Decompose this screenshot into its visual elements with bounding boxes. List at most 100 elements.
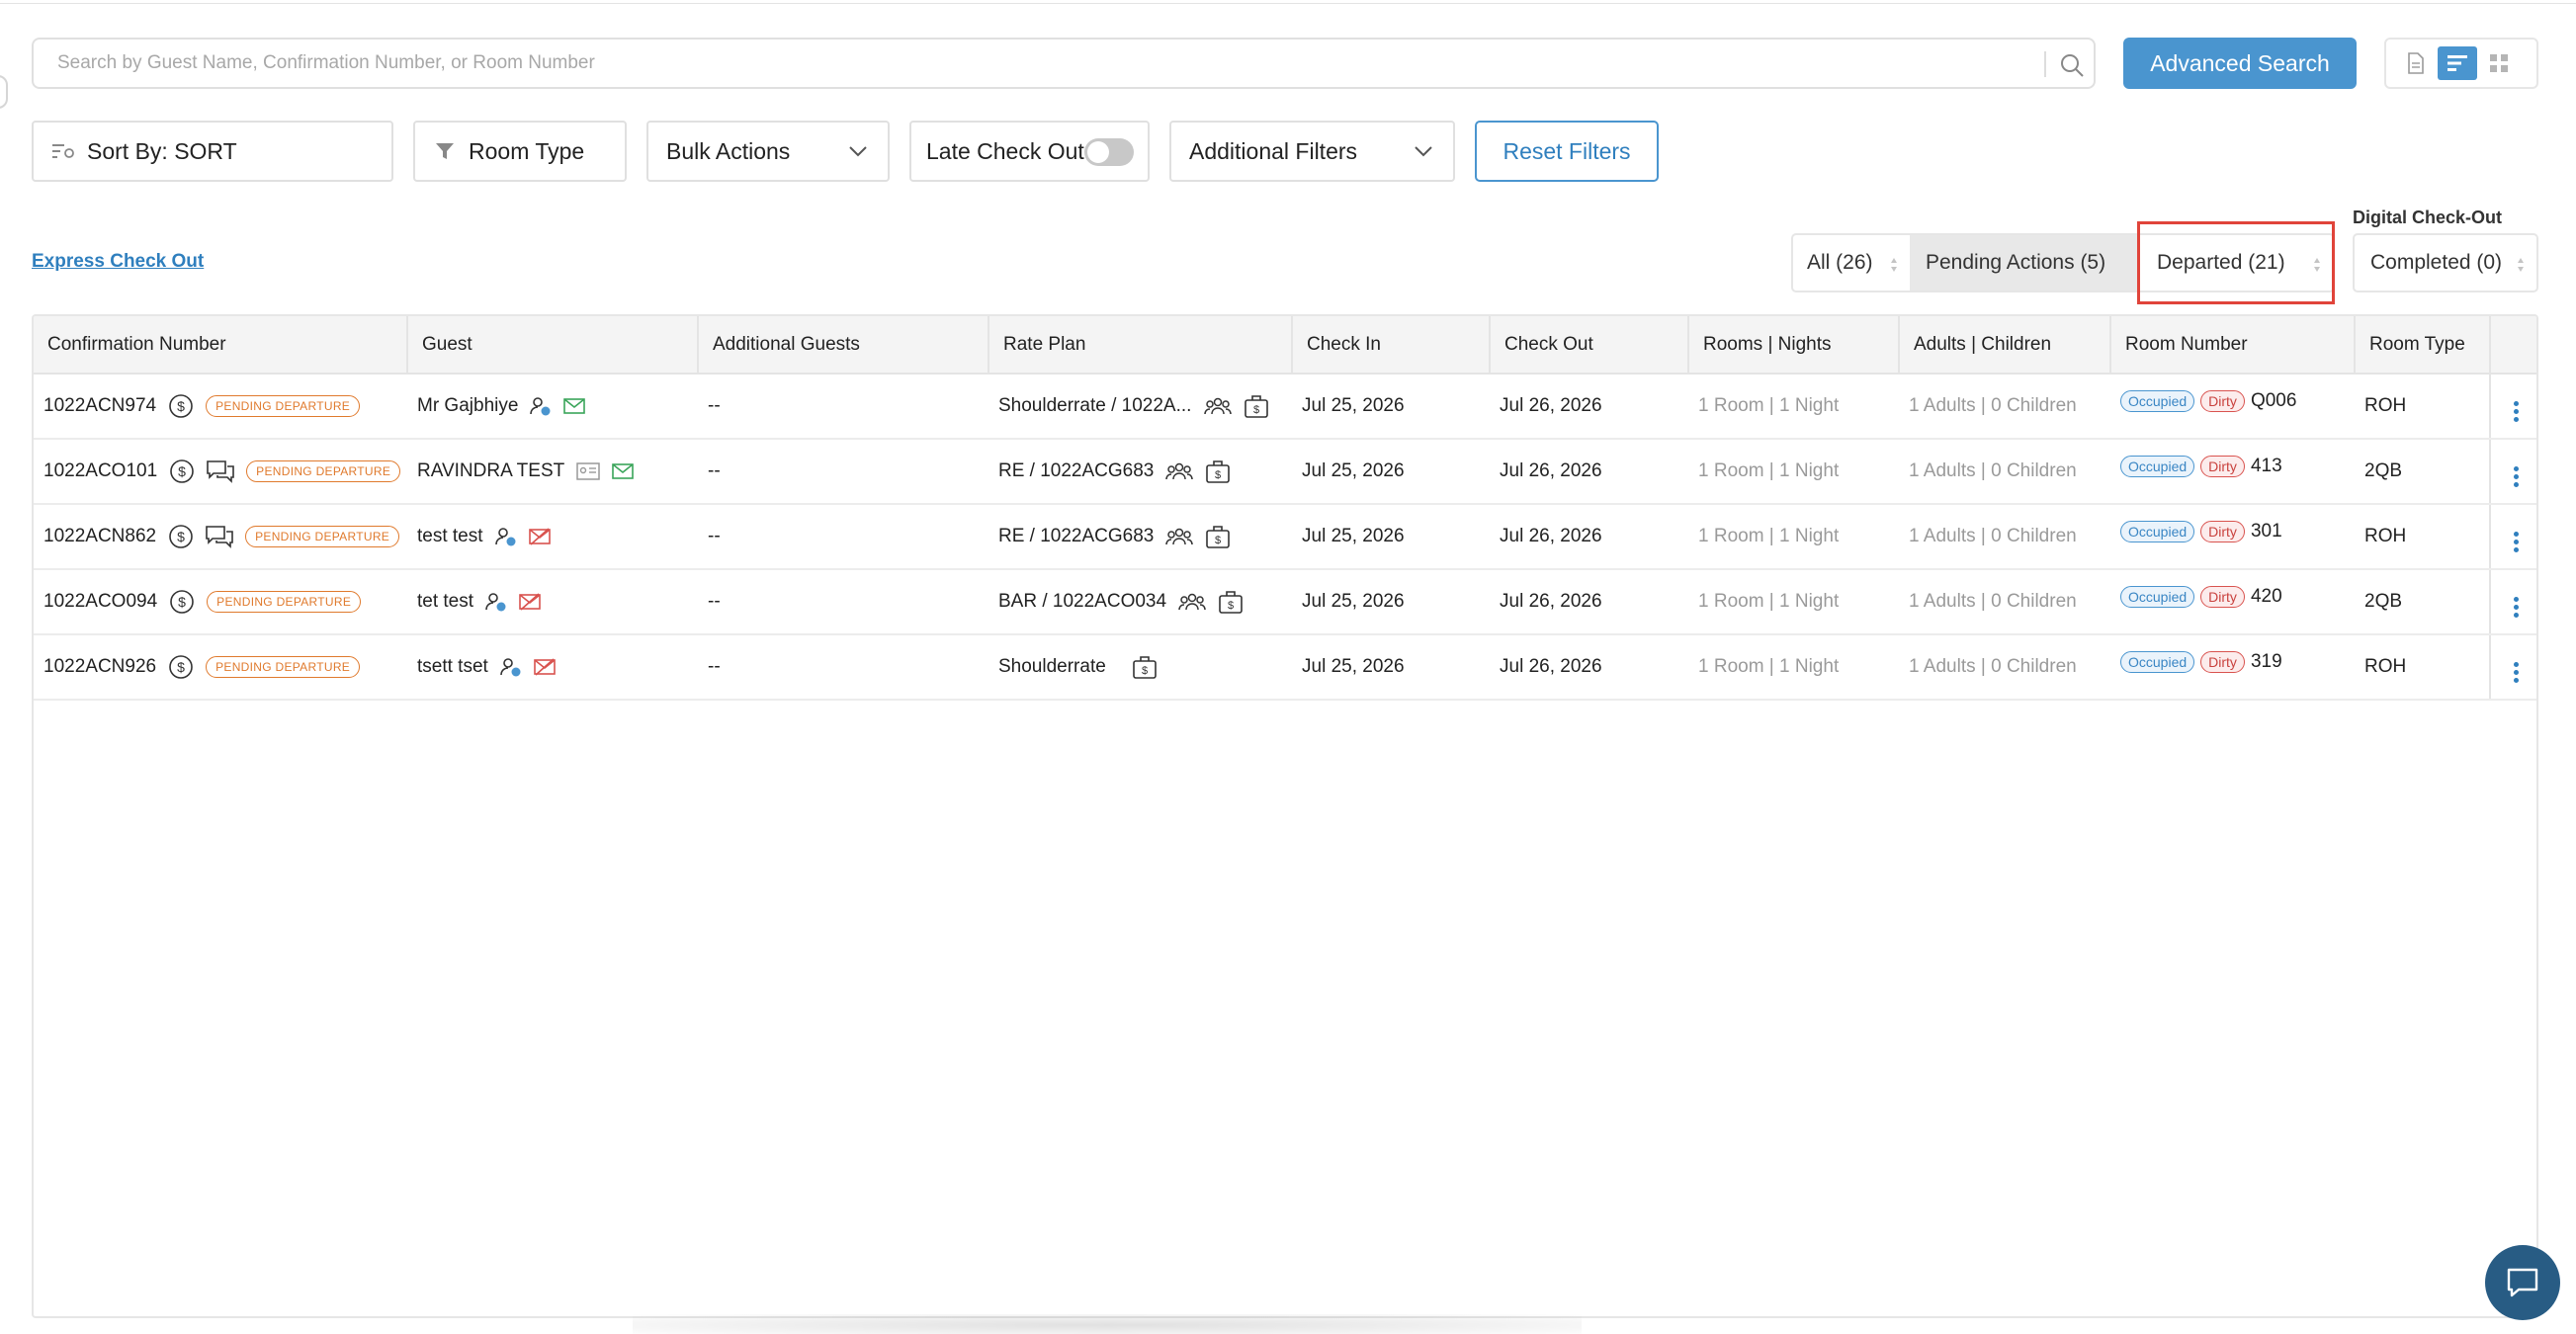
verified-user-icon[interactable] xyxy=(485,592,507,612)
tab-all[interactable]: All (26) xyxy=(1793,235,1910,291)
late-checkout-filter: Late Check Out xyxy=(909,121,1150,182)
reset-filters-button[interactable]: Reset Filters xyxy=(1475,121,1659,182)
rate-bag-icon[interactable]: $ xyxy=(1244,393,1269,419)
dollar-circle-icon[interactable]: $ xyxy=(168,393,194,419)
more-options-icon[interactable] xyxy=(2513,597,2519,618)
adults-children: 1 Adults | 0 Children xyxy=(1899,569,2110,635)
guest-name[interactable]: tsett tset xyxy=(417,656,488,678)
additional-guests: -- xyxy=(698,569,988,635)
sort-dropdown[interactable]: Sort By: SORT xyxy=(32,121,393,182)
chat-button[interactable] xyxy=(2485,1245,2560,1320)
col-rate-plan[interactable]: Rate Plan xyxy=(988,316,1293,375)
search-icon[interactable] xyxy=(2058,51,2086,79)
dollar-circle-icon[interactable]: $ xyxy=(169,589,195,615)
room-type: 2QB xyxy=(2355,569,2490,635)
col-check-out[interactable]: Check Out xyxy=(1490,316,1689,375)
room-type-filter[interactable]: Room Type xyxy=(413,121,627,182)
col-rooms-nights[interactable]: Rooms | Nights xyxy=(1688,316,1900,375)
group-icon[interactable] xyxy=(1178,592,1206,612)
tab-pending-actions[interactable]: Pending Actions (5) xyxy=(1910,235,2137,291)
dollar-circle-icon[interactable]: $ xyxy=(169,459,195,484)
table-row[interactable]: 1022ACN862 $ PENDING DEPARTURE test test… xyxy=(34,504,2536,570)
check-in-date: Jul 25, 2026 xyxy=(1292,504,1490,570)
grid-view-icon[interactable] xyxy=(2479,46,2519,80)
group-icon[interactable] xyxy=(1165,461,1194,481)
email-icon[interactable] xyxy=(612,463,635,479)
dollar-circle-icon[interactable]: $ xyxy=(168,654,194,680)
top-divider xyxy=(0,0,2576,4)
confirmation-number[interactable]: 1022ACN862 xyxy=(43,526,156,547)
chat-icon xyxy=(2506,1267,2539,1298)
email-icon[interactable] xyxy=(563,398,586,414)
col-guest[interactable]: Guest xyxy=(407,316,699,375)
table-row[interactable]: 1022ACN974 $ PENDING DEPARTURE Mr Gajbhi… xyxy=(34,374,2536,440)
verified-user-icon[interactable] xyxy=(500,657,522,677)
guest-name[interactable]: tet test xyxy=(417,591,473,613)
rooms-nights: 1 Room | 1 Night xyxy=(1688,439,1899,505)
guest-name[interactable]: test test xyxy=(417,526,483,547)
rate-plan: Shoulderrate xyxy=(998,656,1106,677)
adults-children: 1 Adults | 0 Children xyxy=(1899,439,2110,505)
verified-user-icon[interactable] xyxy=(494,527,517,546)
table-row[interactable]: 1022ACO101 $ PENDING DEPARTURE RAVINDRA … xyxy=(34,439,2536,505)
bulk-actions-label: Bulk Actions xyxy=(666,137,791,164)
more-options-icon[interactable] xyxy=(2513,662,2519,683)
col-adults-children[interactable]: Adults | Children xyxy=(1899,316,2111,375)
comments-icon[interactable] xyxy=(206,525,233,548)
additional-filters-dropdown[interactable]: Additional Filters xyxy=(1169,121,1455,182)
check-in-date: Jul 25, 2026 xyxy=(1292,439,1490,505)
col-check-in[interactable]: Check In xyxy=(1292,316,1491,375)
search-input[interactable] xyxy=(57,50,2015,76)
sort-arrows-icon xyxy=(1891,258,1897,272)
more-options-icon[interactable] xyxy=(2513,466,2519,487)
svg-text:$: $ xyxy=(177,659,185,675)
verified-user-icon[interactable] xyxy=(530,396,552,416)
svg-text:$: $ xyxy=(1142,665,1148,677)
status-badge: PENDING DEPARTURE xyxy=(206,656,361,678)
rate-bag-icon[interactable]: $ xyxy=(1132,654,1158,680)
id-card-icon[interactable] xyxy=(576,462,600,480)
group-icon[interactable] xyxy=(1204,396,1232,416)
departures-table: Confirmation Number Guest Additional Gue… xyxy=(32,314,2538,1318)
col-additional-guests[interactable]: Additional Guests xyxy=(698,316,989,375)
table-row[interactable]: 1022ACN926 $ PENDING DEPARTURE tsett tse… xyxy=(34,634,2536,701)
email-disabled-icon[interactable] xyxy=(519,593,541,611)
dollar-circle-icon[interactable]: $ xyxy=(168,524,194,549)
dirty-badge: Dirty xyxy=(2200,651,2245,673)
rate-bag-icon[interactable]: $ xyxy=(1218,589,1244,615)
confirmation-number[interactable]: 1022ACN974 xyxy=(43,395,156,417)
check-out-date: Jul 26, 2026 xyxy=(1490,634,1688,701)
sidebar-collapse-handle[interactable] xyxy=(0,75,8,109)
guest-name[interactable]: Mr Gajbhiye xyxy=(417,395,518,417)
status-badge: PENDING DEPARTURE xyxy=(245,526,400,547)
svg-text:$: $ xyxy=(1253,404,1259,416)
list-view-icon[interactable] xyxy=(2438,46,2477,80)
document-view-icon[interactable] xyxy=(2396,46,2436,80)
rate-bag-icon[interactable]: $ xyxy=(1205,524,1231,549)
col-confirmation-number[interactable]: Confirmation Number xyxy=(34,316,408,375)
confirmation-number[interactable]: 1022ACN926 xyxy=(43,656,156,678)
confirmation-number[interactable]: 1022ACO101 xyxy=(43,460,157,482)
guest-name[interactable]: RAVINDRA TEST xyxy=(417,460,564,482)
col-room-type[interactable]: Room Type xyxy=(2355,316,2491,375)
group-icon[interactable] xyxy=(1165,527,1194,546)
tab-completed[interactable]: Completed (0) xyxy=(2353,233,2538,292)
email-disabled-icon[interactable] xyxy=(528,528,551,545)
dirty-badge: Dirty xyxy=(2200,521,2245,542)
rate-plan: RE / 1022ACG683 xyxy=(998,526,1155,546)
confirmation-number[interactable]: 1022ACO094 xyxy=(43,591,157,613)
email-disabled-icon[interactable] xyxy=(534,658,556,676)
more-options-icon[interactable] xyxy=(2513,401,2519,422)
late-checkout-toggle[interactable] xyxy=(1084,138,1134,166)
check-out-date: Jul 26, 2026 xyxy=(1490,374,1688,440)
advanced-search-button[interactable]: Advanced Search xyxy=(2123,38,2357,89)
rate-bag-icon[interactable]: $ xyxy=(1205,459,1231,484)
bulk-actions-dropdown[interactable]: Bulk Actions xyxy=(646,121,890,182)
more-options-icon[interactable] xyxy=(2513,532,2519,552)
rooms-nights: 1 Room | 1 Night xyxy=(1688,504,1899,570)
svg-text:$: $ xyxy=(177,529,185,544)
comments-icon[interactable] xyxy=(207,459,234,483)
col-room-number[interactable]: Room Number xyxy=(2110,316,2356,375)
table-row[interactable]: 1022ACO094 $ PENDING DEPARTURE tet test … xyxy=(34,569,2536,635)
express-checkout-link[interactable]: Express Check Out xyxy=(32,251,204,273)
